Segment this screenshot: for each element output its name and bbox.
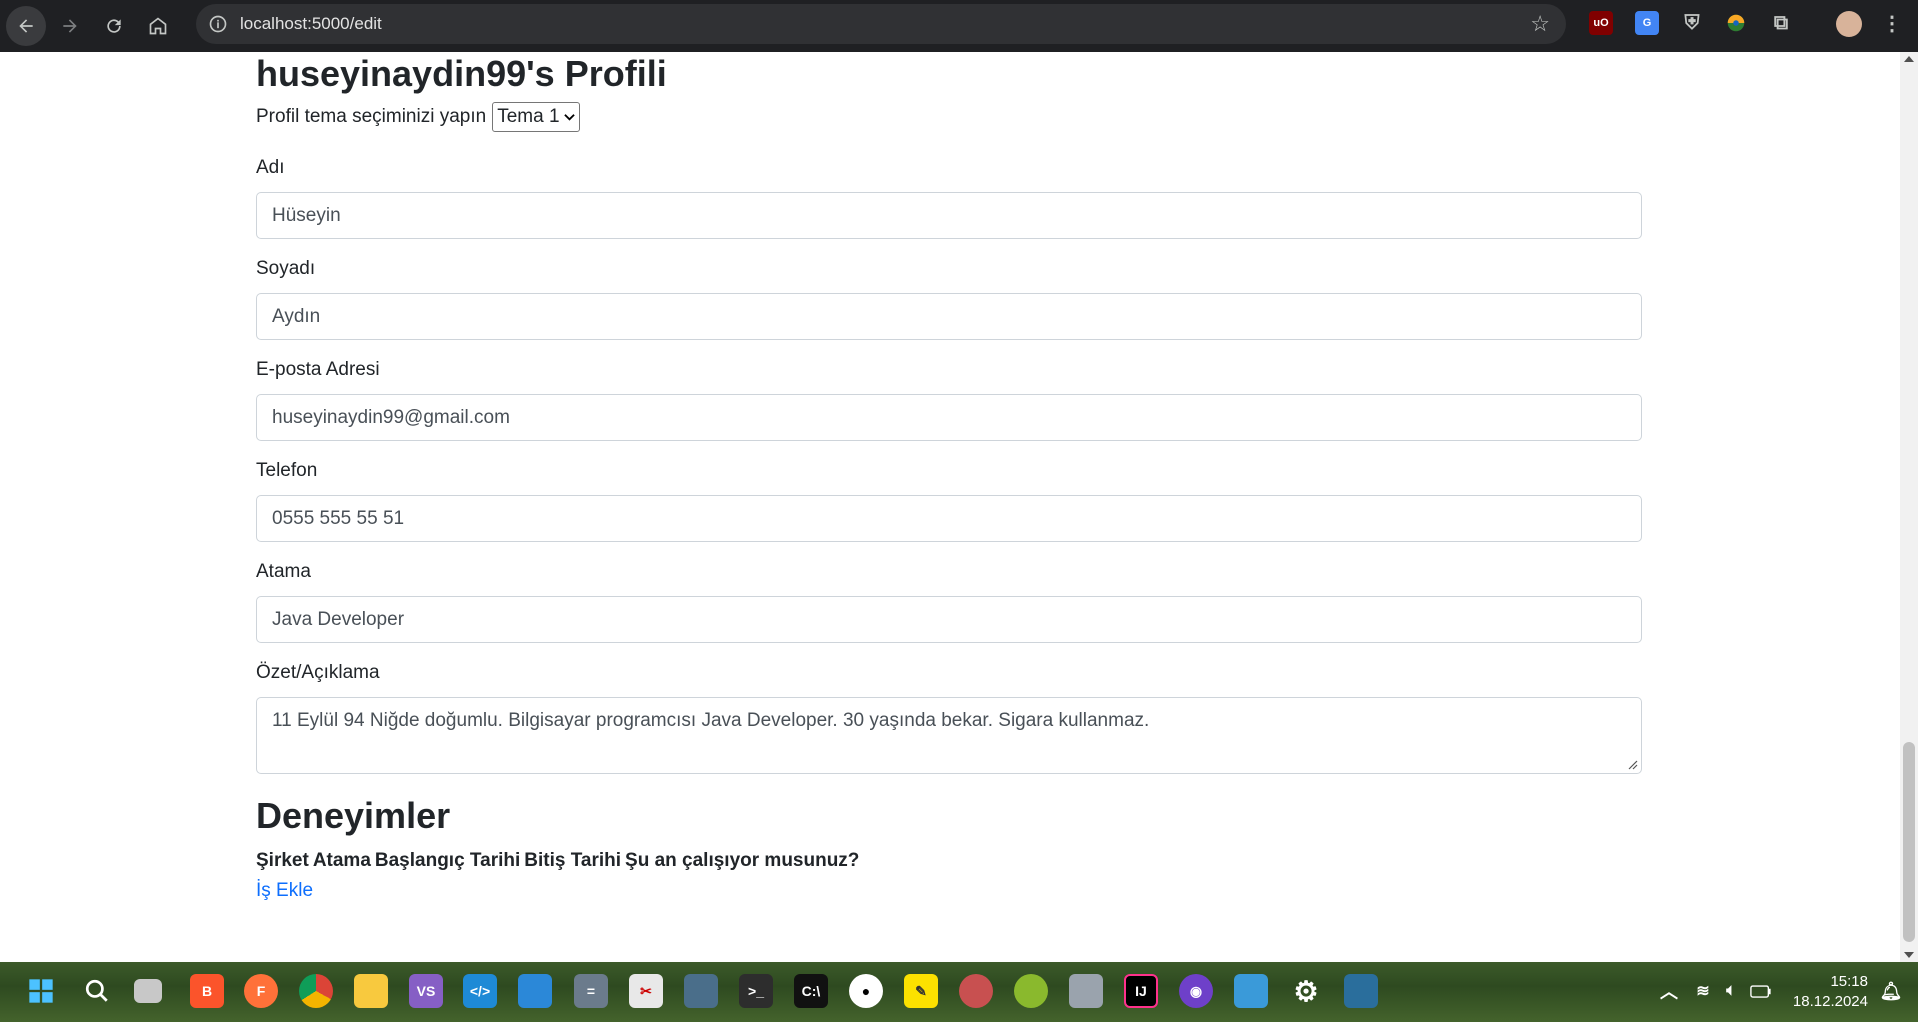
- form-group-first-name: Adı Hüseyin: [256, 156, 1642, 239]
- back-button[interactable]: [6, 6, 46, 46]
- email-field[interactable]: huseyinaydin99@gmail.com: [256, 394, 1642, 441]
- brave-icon[interactable]: B: [190, 974, 224, 1008]
- arrow-left-icon: [19, 19, 33, 33]
- arrow-right-icon: [63, 19, 77, 33]
- vscode-icon[interactable]: </>: [463, 974, 497, 1008]
- last-name-value: Aydın: [272, 305, 321, 327]
- reload-icon: [107, 19, 121, 33]
- first-name-field[interactable]: Hüseyin: [256, 192, 1642, 239]
- app-icon-panda[interactable]: ●: [849, 974, 883, 1008]
- app-icon-turtle[interactable]: [1014, 974, 1048, 1008]
- phone-label: Telefon: [256, 460, 318, 481]
- summary-label: Özet/Açıklama: [256, 662, 380, 683]
- column-header-company: Şirket: [256, 850, 309, 871]
- form-group-last-name: Soyadı Aydın: [256, 257, 1642, 340]
- theme-row: Profil tema seçiminizi yapın Tema 1: [256, 102, 1642, 132]
- snipping-tool-icon[interactable]: ✂: [629, 974, 663, 1008]
- taskbar-clock[interactable]: 15:18 18.12.2024: [1793, 972, 1868, 1012]
- last-name-field[interactable]: Aydın: [256, 293, 1642, 340]
- theme-label: Profil tema seçiminizi yapın: [256, 106, 487, 127]
- browser-toolbar: localhost:5000/edit ☆ uO G ⛨ ⧉ ⋮: [0, 0, 1918, 52]
- email-label: E-posta Adresi: [256, 359, 380, 380]
- page-title: huseyinaydin99's Profili: [256, 53, 667, 94]
- job-title-field[interactable]: Java Developer: [256, 596, 1642, 643]
- ublock-icon[interactable]: uO: [1589, 11, 1613, 35]
- chrome-icon[interactable]: [299, 974, 333, 1008]
- mysql-workbench-icon[interactable]: [1344, 974, 1378, 1008]
- search-icon[interactable]: [80, 974, 114, 1008]
- form-group-email: E-posta Adresi huseyinaydin99@gmail.com: [256, 358, 1642, 441]
- firefox-icon[interactable]: F: [244, 974, 278, 1008]
- phone-field[interactable]: 0555 555 55 51: [256, 495, 1642, 542]
- form-group-summary: Özet/Açıklama 11 Eylül 94 Niğde doğumlu.…: [256, 661, 1642, 774]
- command-prompt-icon[interactable]: C:\: [794, 974, 828, 1008]
- add-job-link[interactable]: İş Ekle: [256, 880, 1642, 902]
- summary-value: 11 Eylül 94 Niğde doğumlu. Bilgisayar pr…: [272, 710, 1150, 731]
- phone-value: 0555 555 55 51: [272, 507, 405, 529]
- intellij-icon[interactable]: IJ: [1124, 974, 1158, 1008]
- column-header-end-date: Bitiş Tarihi: [524, 850, 622, 871]
- remote-desktop-icon[interactable]: [684, 974, 718, 1008]
- calculator-icon[interactable]: =: [574, 974, 608, 1008]
- app-icon-dashboard[interactable]: [1234, 974, 1268, 1008]
- settings-gear-icon[interactable]: ⚙: [1289, 974, 1323, 1008]
- shield-icon[interactable]: ⛨: [1680, 11, 1704, 35]
- experiences-table-header: Şirket Atama Başlangıç Tarihi Bitiş Tari…: [256, 850, 1642, 872]
- form-group-phone: Telefon 0555 555 55 51: [256, 459, 1642, 542]
- github-desktop-icon[interactable]: ◉: [1179, 974, 1213, 1008]
- photos-icon[interactable]: [518, 974, 552, 1008]
- volume-icon[interactable]: 🔈︎: [1714, 974, 1748, 1008]
- clock-time: 15:18: [1830, 973, 1868, 990]
- home-icon: [149, 17, 167, 35]
- url-text[interactable]: localhost:5000/edit: [240, 14, 382, 34]
- column-header-start-date: Başlangıç Tarihi: [374, 850, 521, 871]
- menu-kebab-icon[interactable]: ⋮: [1880, 11, 1904, 35]
- resize-handle-icon[interactable]: [1628, 760, 1638, 770]
- scroll-up-icon[interactable]: [1904, 56, 1914, 62]
- windows-start-icon[interactable]: [24, 974, 58, 1008]
- reload-button[interactable]: [94, 6, 134, 46]
- bookmark-star-icon[interactable]: ☆: [1530, 13, 1550, 35]
- email-value: huseyinaydin99@gmail.com: [272, 406, 510, 428]
- puzzle-icon[interactable]: ⧉: [1769, 11, 1793, 35]
- clock-date: 18.12.2024: [1792, 993, 1868, 1010]
- task-view-icon[interactable]: [134, 979, 162, 1003]
- profile-container: huseyinaydin99's Profili Profil tema seç…: [256, 52, 1642, 902]
- avatar[interactable]: [1836, 11, 1862, 37]
- home-button[interactable]: [138, 6, 178, 46]
- page-viewport: huseyinaydin99's Profili Profil tema seç…: [0, 52, 1900, 962]
- job-title-value: Java Developer: [272, 608, 405, 630]
- last-name-label: Soyadı: [256, 258, 316, 279]
- job-title-label: Atama: [256, 561, 311, 582]
- terminal-icon[interactable]: >_: [739, 974, 773, 1008]
- experiences-title: Deneyimler: [256, 795, 451, 836]
- forward-button[interactable]: [50, 6, 90, 46]
- summary-textarea[interactable]: 11 Eylül 94 Niğde doğumlu. Bilgisayar pr…: [256, 697, 1642, 774]
- colorful-extension-icon[interactable]: [1724, 11, 1748, 35]
- database-icon[interactable]: [959, 974, 993, 1008]
- site-info-icon[interactable]: [200, 6, 236, 42]
- scrollbar-thumb[interactable]: [1903, 742, 1915, 942]
- bell-icon[interactable]: 🔔︎: [1874, 974, 1908, 1008]
- taskbar: B F VS </> = ✂ >_ C:\ ● ✎ IJ ◉ ⚙ ︿ ≋ 🔈︎ …: [0, 962, 1918, 1022]
- chevron-down-icon: [563, 113, 575, 121]
- address-bar[interactable]: localhost:5000/edit ☆: [196, 4, 1566, 44]
- translate-icon[interactable]: G: [1635, 11, 1659, 35]
- first-name-value: Hüseyin: [272, 204, 341, 226]
- column-header-current: Şu an çalışıyor musunuz?: [625, 850, 860, 871]
- form-group-title: Atama Java Developer: [256, 560, 1642, 643]
- file-explorer-icon[interactable]: [354, 974, 388, 1008]
- scroll-down-icon[interactable]: [1904, 952, 1914, 958]
- theme-select[interactable]: Tema 1: [492, 102, 580, 132]
- column-header-title: Atama: [312, 850, 371, 871]
- first-name-label: Adı: [256, 157, 285, 178]
- page-scrollbar[interactable]: [1900, 52, 1918, 962]
- app-icon-sticky[interactable]: ✎: [904, 974, 938, 1008]
- chevron-up-icon[interactable]: ︿: [1652, 974, 1686, 1008]
- theme-select-value: Tema 1: [497, 106, 560, 127]
- app-icon-disk[interactable]: [1069, 974, 1103, 1008]
- visual-studio-icon[interactable]: VS: [409, 974, 443, 1008]
- battery-icon[interactable]: [1744, 974, 1778, 1008]
